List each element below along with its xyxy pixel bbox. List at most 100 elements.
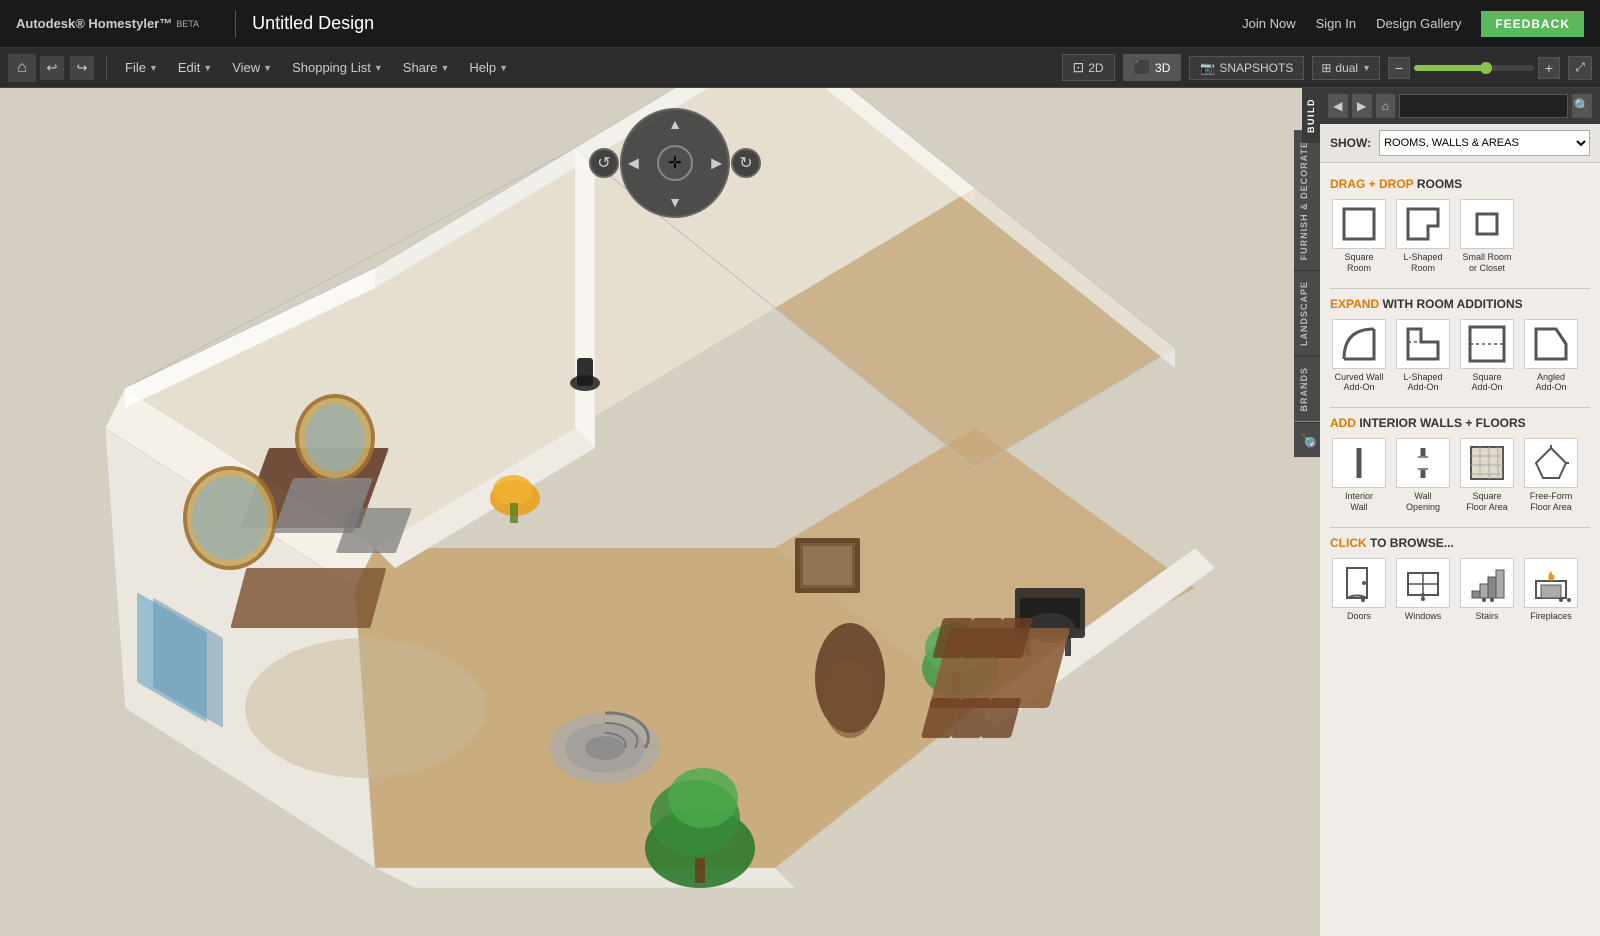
right-panel: ◀ ▶ ⌂ 🔍 SHOW: ROOMS, WALLS & AREAS EVERY…: [1320, 88, 1600, 936]
view-menu[interactable]: View ▼: [224, 56, 280, 79]
divider-2: [1330, 407, 1590, 408]
show-label: SHOW:: [1330, 136, 1371, 150]
curved-wall-icon: [1332, 319, 1386, 369]
square-room-icon: [1332, 199, 1386, 249]
l-shaped-addon-label: L-ShapedAdd-On: [1403, 372, 1442, 394]
nav-right-button[interactable]: ▶: [711, 155, 722, 172]
fireplaces-icon: [1524, 558, 1578, 608]
view-2d-button[interactable]: ⊡ 2D: [1062, 54, 1115, 81]
panel-back-button[interactable]: ◀: [1328, 94, 1348, 118]
zoom-bar: − +: [1388, 57, 1560, 79]
panel-search-input[interactable]: [1399, 94, 1568, 118]
zoom-slider[interactable]: [1414, 65, 1534, 71]
zoom-out-button[interactable]: −: [1388, 57, 1410, 79]
small-room-icon: [1460, 199, 1514, 249]
view-controls: ⊡ 2D ⬛ 3D 📷 SNAPSHOTS ⊞ dual ▼ − + ⤢: [1062, 54, 1593, 81]
nav-ring: ▲ ▼ ◀ ▶ ✛: [620, 108, 730, 218]
doors-label: Doors: [1347, 611, 1371, 622]
stairs-item[interactable]: Stairs: [1458, 558, 1516, 622]
dual-view-button[interactable]: ⊞ dual ▼: [1312, 56, 1380, 80]
main-area: ↺ ▲ ▼ ◀ ▶ ✛ ↻ FURNISH & DECORATE LANDSCA…: [0, 88, 1600, 936]
rotate-right-button[interactable]: ↻: [731, 148, 761, 178]
navigation-control: ↺ ▲ ▼ ◀ ▶ ✛ ↻: [605, 108, 715, 218]
join-now-link[interactable]: Join Now: [1242, 16, 1295, 31]
l-shaped-room-item[interactable]: L-ShapedRoom: [1394, 199, 1452, 274]
expand-additions-header: EXPAND WITH ROOM ADDITIONS: [1330, 297, 1590, 311]
menu-divider-1: [106, 56, 107, 80]
square-addon-item[interactable]: SquareAdd-On: [1458, 319, 1516, 394]
windows-label: Windows: [1405, 611, 1442, 622]
furnish-decorate-tab[interactable]: FURNISH & DECORATE: [1294, 130, 1320, 270]
windows-item[interactable]: Windows: [1394, 558, 1452, 622]
vertical-tabs: FURNISH & DECORATE LANDSCAPE BRANDS 🔍: [1294, 130, 1320, 457]
canvas[interactable]: ↺ ▲ ▼ ◀ ▶ ✛ ↻: [0, 88, 1320, 936]
drag-rooms-header: DRAG + DROP ROOMS: [1330, 177, 1590, 191]
nav-down-button[interactable]: ▼: [668, 194, 682, 210]
home-button[interactable]: ⌂: [8, 54, 36, 82]
file-menu[interactable]: File ▼: [117, 56, 166, 79]
interior-walls-header: ADD INTERIOR WALLS + FLOORS: [1330, 416, 1590, 430]
angled-addon-item[interactable]: AngledAdd-On: [1522, 319, 1580, 394]
curved-wall-label: Curved WallAdd-On: [1335, 372, 1384, 394]
top-right-links: Join Now Sign In Design Gallery FEEDBACK: [1242, 11, 1584, 37]
build-label[interactable]: BUILD: [1302, 88, 1320, 143]
logo: Autodesk® Homestyler™ BETA: [16, 16, 199, 31]
zoom-fill: [1414, 65, 1486, 71]
l-shaped-addon-item[interactable]: L-ShapedAdd-On: [1394, 319, 1452, 394]
view-3d-button[interactable]: ⬛ 3D: [1123, 54, 1182, 81]
redo-button[interactable]: ↪: [70, 56, 94, 80]
show-filter-row: SHOW: ROOMS, WALLS & AREAS EVERYTHING FL…: [1320, 124, 1600, 163]
help-menu[interactable]: Help ▼: [461, 56, 516, 79]
title-separator: [235, 10, 236, 38]
square-addon-icon: [1460, 319, 1514, 369]
small-room-item[interactable]: Small Roomor Closet: [1458, 199, 1516, 274]
nav-left-button[interactable]: ◀: [628, 155, 639, 172]
wall-opening-icon: [1396, 438, 1450, 488]
share-menu[interactable]: Share ▼: [395, 56, 458, 79]
brands-tab[interactable]: BRANDS: [1294, 356, 1320, 422]
show-dropdown[interactable]: ROOMS, WALLS & AREAS EVERYTHING FLOOR PL…: [1379, 130, 1590, 156]
nav-center-button[interactable]: ✛: [657, 145, 693, 181]
l-shaped-addon-icon: [1396, 319, 1450, 369]
square-floor-item[interactable]: SquareFloor Area: [1458, 438, 1516, 513]
l-shaped-room-label: L-ShapedRoom: [1403, 252, 1442, 274]
curved-wall-item[interactable]: Curved WallAdd-On: [1330, 319, 1388, 394]
shopping-list-menu[interactable]: Shopping List ▼: [284, 56, 391, 79]
panel-search-button[interactable]: 🔍: [1572, 94, 1592, 118]
landscape-tab[interactable]: LANDSCAPE: [1294, 270, 1320, 356]
angled-addon-label: AngledAdd-On: [1535, 372, 1566, 394]
undo-button[interactable]: ↩: [40, 56, 64, 80]
zoom-thumb: [1480, 62, 1492, 74]
design-gallery-link[interactable]: Design Gallery: [1376, 16, 1461, 31]
wall-opening-item[interactable]: WallOpening: [1394, 438, 1452, 513]
fullscreen-button[interactable]: ⤢: [1568, 56, 1592, 80]
square-floor-label: SquareFloor Area: [1466, 491, 1508, 513]
freeform-floor-icon: [1524, 438, 1578, 488]
design-title: Untitled Design: [252, 13, 1242, 34]
browse-header: CLICK TO BROWSE...: [1330, 536, 1590, 550]
zoom-in-button[interactable]: +: [1538, 57, 1560, 79]
fireplaces-item[interactable]: Fireplaces: [1522, 558, 1580, 622]
doors-item[interactable]: Doors: [1330, 558, 1388, 622]
drag-rooms-grid: SquareRoom L-ShapedRoom: [1330, 199, 1590, 274]
room-additions-grid: Curved WallAdd-On L-ShapedAdd-On: [1330, 319, 1590, 394]
interior-wall-item[interactable]: InteriorWall: [1330, 438, 1388, 513]
wall-opening-label: WallOpening: [1406, 491, 1440, 513]
snapshots-button[interactable]: 📷 SNAPSHOTS: [1189, 56, 1304, 80]
magnifier-button[interactable]: 🔍: [1294, 422, 1320, 457]
panel-home-button[interactable]: ⌂: [1376, 94, 1396, 118]
panel-forward-button[interactable]: ▶: [1352, 94, 1372, 118]
nav-up-button[interactable]: ▲: [668, 116, 682, 132]
rotate-left-button[interactable]: ↺: [589, 148, 619, 178]
freeform-floor-item[interactable]: Free-FormFloor Area: [1522, 438, 1580, 513]
feedback-button[interactable]: FEEDBACK: [1481, 11, 1584, 37]
fireplaces-label: Fireplaces: [1530, 611, 1572, 622]
square-room-item[interactable]: SquareRoom: [1330, 199, 1388, 274]
divider-1: [1330, 288, 1590, 289]
panel-navigation: ◀ ▶ ⌂ 🔍: [1320, 88, 1600, 124]
small-room-label: Small Roomor Closet: [1462, 252, 1511, 274]
brand-name: Autodesk® Homestyler™: [16, 16, 172, 31]
edit-menu[interactable]: Edit ▼: [170, 56, 220, 79]
sign-in-link[interactable]: Sign In: [1316, 16, 1356, 31]
l-shaped-room-icon: [1396, 199, 1450, 249]
